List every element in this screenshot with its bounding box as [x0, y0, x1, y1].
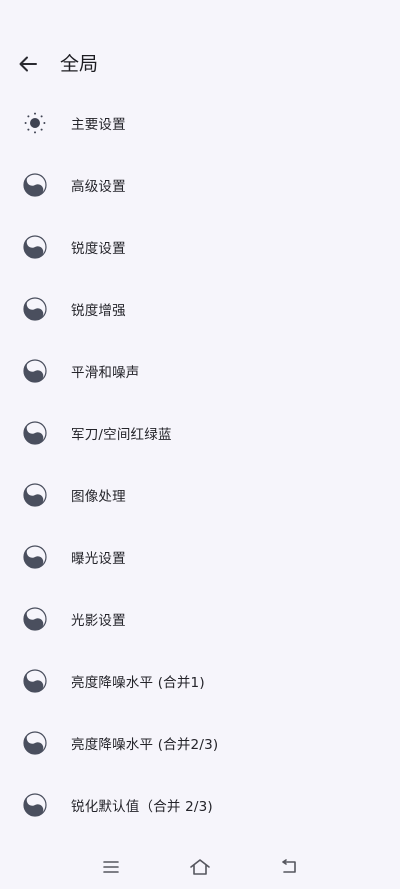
menu-icon	[103, 861, 119, 873]
settings-item-label: 锐化默认值（合并 2/3)	[71, 799, 213, 815]
home-icon	[190, 859, 210, 875]
yin-yang-icon	[23, 793, 47, 817]
settings-item-label: 军刀/空间红绿蓝	[71, 427, 172, 443]
home-button[interactable]	[188, 855, 212, 879]
settings-item-label: 光影设置	[71, 613, 126, 629]
yin-yang-icon	[23, 669, 47, 693]
settings-item-label: 高级设置	[71, 179, 126, 195]
settings-item-sharpness-boost[interactable]: 锐度增强	[0, 278, 400, 340]
settings-item-luma-denoise-1[interactable]: 亮度降噪水平 (合并1)	[0, 650, 400, 712]
settings-item-light-shadow[interactable]: 光影设置	[0, 588, 400, 650]
settings-item-main[interactable]: 主要设置	[0, 92, 400, 154]
recents-button[interactable]	[99, 855, 123, 879]
settings-item-exposure[interactable]: 曝光设置	[0, 526, 400, 588]
settings-item-label: 锐度设置	[71, 241, 126, 257]
settings-item-smoothing[interactable]: 平滑和噪声	[0, 340, 400, 402]
yin-yang-icon	[23, 545, 47, 569]
app-header: 全局	[0, 40, 400, 88]
yin-yang-icon	[23, 483, 47, 507]
system-nav-bar	[0, 845, 400, 889]
yin-yang-icon	[23, 359, 47, 383]
settings-item-label: 主要设置	[71, 117, 126, 133]
yin-yang-icon	[23, 173, 47, 197]
yin-yang-icon	[23, 297, 47, 321]
yin-yang-icon	[23, 607, 47, 631]
settings-item-label: 锐度增强	[71, 303, 126, 319]
yin-yang-icon	[23, 235, 47, 259]
back-button[interactable]	[14, 50, 42, 78]
settings-item-advanced[interactable]: 高级设置	[0, 154, 400, 216]
back-arrow-icon	[19, 56, 37, 72]
yin-yang-icon	[23, 421, 47, 445]
settings-item-label: 亮度降噪水平 (合并2/3)	[71, 737, 219, 753]
yin-yang-icon	[23, 731, 47, 755]
back-nav-button[interactable]	[277, 855, 301, 879]
sun-icon	[23, 111, 47, 135]
settings-item-image-processing[interactable]: 图像处理	[0, 464, 400, 526]
settings-item-sharpness[interactable]: 锐度设置	[0, 216, 400, 278]
settings-item-saber-rgb[interactable]: 军刀/空间红绿蓝	[0, 402, 400, 464]
page-title: 全局	[60, 53, 99, 75]
settings-item-label: 亮度降噪水平 (合并1)	[71, 675, 205, 691]
return-icon	[282, 859, 296, 873]
settings-item-label: 曝光设置	[71, 551, 126, 567]
settings-item-sharpen-defaults[interactable]: 锐化默认值（合并 2/3)	[0, 774, 400, 836]
settings-item-label: 图像处理	[71, 489, 126, 505]
settings-list: 主要设置 高级设置 锐度设置 锐度增强 平滑和噪声 军刀/空间红绿蓝 图像处理 …	[0, 92, 400, 836]
settings-item-label: 平滑和噪声	[71, 365, 140, 381]
settings-item-luma-denoise-23[interactable]: 亮度降噪水平 (合并2/3)	[0, 712, 400, 774]
